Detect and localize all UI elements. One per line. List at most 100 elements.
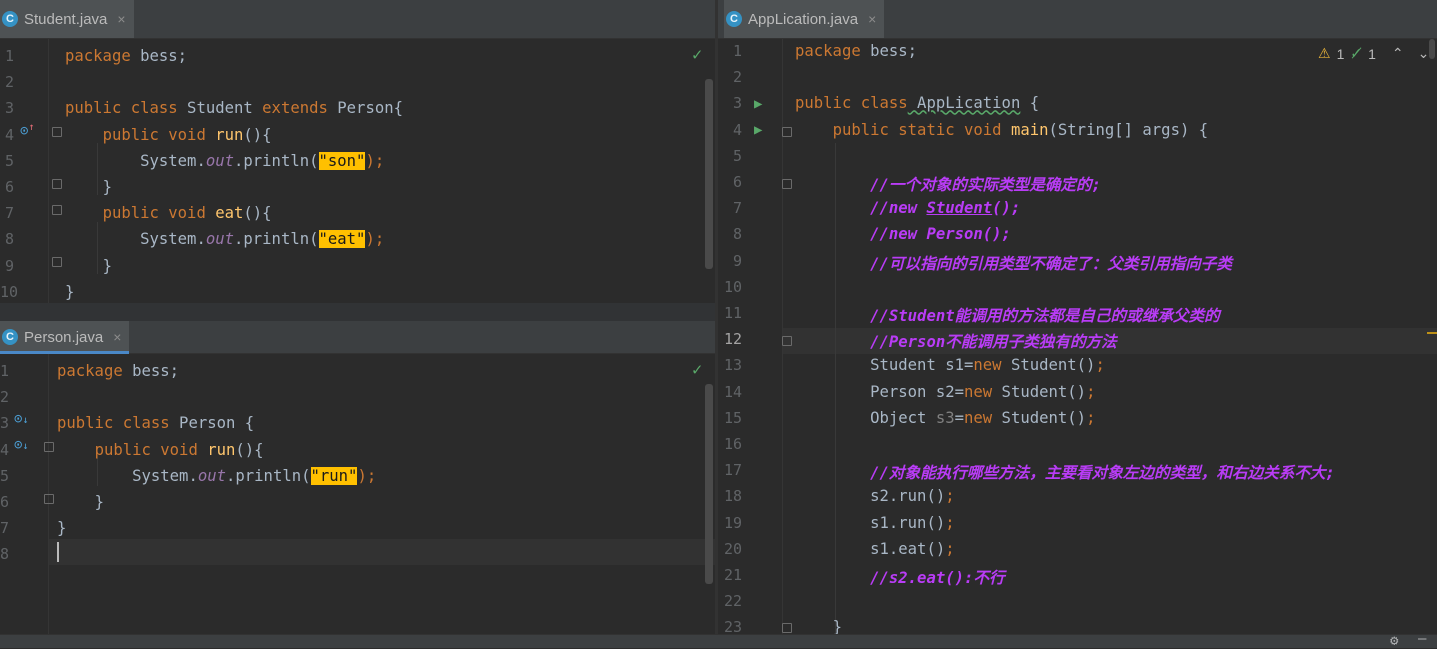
code-line[interactable]: public class AppLication { (795, 94, 1039, 112)
application-editor[interactable]: 1 2 3 4 5 6 7 8 9 10 11 12 13 14 15 16 17 18 19 20 21 22 23 pac… (718, 39, 1437, 634)
code-line[interactable]: //一个对象的实际类型是确定的; (795, 173, 1101, 195)
keyword: ; (1086, 408, 1096, 427)
code-line[interactable]: } (65, 257, 112, 275)
fold-icon[interactable] (52, 205, 62, 215)
code-line[interactable]: } (57, 519, 66, 537)
code-text: Student() (992, 382, 1087, 401)
line-number: 23 (723, 618, 742, 634)
keyword: new (973, 356, 1002, 375)
line-number: 21 (723, 566, 742, 584)
fold-icon[interactable] (782, 127, 792, 137)
code-line[interactable]: } (57, 493, 104, 511)
code-line[interactable]: //可以指向的引用类型不确定了：父类引用指向子类 (795, 252, 1232, 274)
code-text: (){ (243, 204, 272, 223)
implemented-icon[interactable]: ⊙↓ (14, 411, 28, 427)
fold-icon[interactable] (44, 442, 54, 452)
code-line[interactable]: //Person不能调用子类独有的方法 (795, 330, 1117, 352)
line-number: 6 (732, 173, 742, 191)
code-line[interactable]: Object s3=new Student(); (795, 409, 1095, 427)
code-line[interactable]: public void eat(){ (65, 204, 272, 222)
student-tab-bar: C Student.java × (0, 0, 715, 39)
scrollbar[interactable] (1429, 39, 1435, 59)
close-icon[interactable]: × (868, 11, 876, 27)
keyword: ; (945, 487, 955, 506)
keyword: ; (1086, 382, 1096, 401)
run-icon[interactable]: ▶ (754, 96, 762, 112)
code-line[interactable]: public class Student extends Person{ (65, 99, 403, 117)
code-line[interactable]: //new Person(); (795, 225, 1011, 243)
fold-icon[interactable] (782, 623, 792, 633)
code-text: s2.run() (870, 487, 946, 506)
implemented-icon[interactable]: ⊙↓ (14, 437, 28, 453)
person-editor[interactable]: 1 2 3 4 5 6 7 8 package bess; public class Person… (0, 354, 715, 634)
tab-person-java[interactable]: C Person.java × (0, 321, 130, 354)
code-line[interactable]: Person s2=new Student(); (795, 383, 1095, 401)
run-icon[interactable]: ▶ (754, 122, 762, 138)
code-line[interactable]: //new Student(); (795, 199, 1020, 217)
code-line[interactable]: System.out.println("son"); (65, 151, 384, 170)
check-icon: ✓ (692, 45, 703, 65)
code-line[interactable]: package bess; (65, 47, 187, 65)
inspection-widget[interactable]: ⚠ 1 ✓̸ 1 ⌃ ⌄ (1318, 45, 1429, 62)
fold-icon[interactable] (782, 179, 792, 189)
tab-application-java[interactable]: C AppLication.java × (724, 0, 885, 38)
chevron-up-icon[interactable]: ⌃ (1392, 45, 1404, 62)
text-cursor (57, 542, 59, 562)
code-line[interactable]: package bess; (795, 42, 917, 60)
close-icon[interactable]: × (117, 11, 125, 27)
keyword: ; (945, 513, 955, 532)
line-number: 3 (4, 99, 14, 118)
current-line-highlight (49, 539, 715, 565)
code-line[interactable]: Student s1=new Student(); (795, 356, 1105, 374)
tab-student-java[interactable]: C Student.java × (0, 0, 134, 38)
code-text: } (102, 256, 112, 275)
line-number: 9 (4, 256, 14, 275)
line-number: 7 (732, 199, 742, 218)
chevron-down-icon[interactable]: ⌄ (1418, 45, 1430, 62)
code-text: s1.run() (870, 513, 946, 532)
line-number: 9 (732, 251, 742, 270)
code-text: } (57, 519, 67, 538)
code-line[interactable]: //s2.eat():不行 (795, 566, 1004, 588)
code-line[interactable]: } (65, 178, 112, 196)
scrollbar[interactable] (705, 79, 713, 269)
close-icon[interactable]: × (113, 329, 121, 345)
code-line[interactable]: System.out.println("run"); (57, 466, 376, 485)
code-line[interactable]: package bess; (57, 362, 179, 380)
class-name: AppLication (907, 94, 1021, 113)
code-line[interactable]: s1.run(); (795, 514, 955, 532)
code-line[interactable]: public void run(){ (57, 441, 264, 459)
scrollbar[interactable] (705, 384, 713, 584)
code-line[interactable]: } (795, 618, 842, 634)
code-line[interactable]: //对象能执行哪些方法，主要看对象左边的类型，和右边关系不大; (795, 461, 1335, 483)
code-line[interactable]: System.out.println("eat"); (65, 230, 384, 249)
code-text: } (832, 618, 842, 634)
line-number: 1 (0, 362, 10, 380)
fold-icon[interactable] (44, 494, 54, 504)
keyword: public static void (832, 120, 1002, 139)
line-number: 18 (723, 487, 742, 506)
fold-icon[interactable] (52, 179, 62, 189)
student-editor[interactable]: 1234567891011package bess;public class S… (0, 39, 715, 320)
code-line[interactable]: s1.eat(); (795, 540, 955, 558)
code-line[interactable]: //Student能调用的方法都是自己的或继承父类的 (795, 304, 1220, 326)
minimize-icon[interactable]: — (1418, 631, 1426, 647)
split-divider[interactable] (0, 303, 715, 321)
fold-icon[interactable] (52, 127, 62, 137)
override-icon[interactable]: ⊙↑ (20, 122, 34, 139)
line-number: 3 (0, 414, 10, 433)
code-line[interactable]: public static void main(String[] args) { (795, 120, 1209, 139)
code-line[interactable]: } (65, 283, 74, 301)
code-line[interactable]: s2.run(); (795, 487, 955, 505)
code-line[interactable]: public class Person { (57, 414, 254, 432)
fold-icon[interactable] (52, 257, 62, 267)
code-text: (){ (243, 125, 272, 144)
line-number: 3 (732, 94, 742, 113)
code-line[interactable]: public void run(){ (65, 126, 272, 144)
student-editor-pane: C Student.java × 1234567891011package be… (0, 0, 715, 320)
fold-icon[interactable] (782, 336, 792, 346)
